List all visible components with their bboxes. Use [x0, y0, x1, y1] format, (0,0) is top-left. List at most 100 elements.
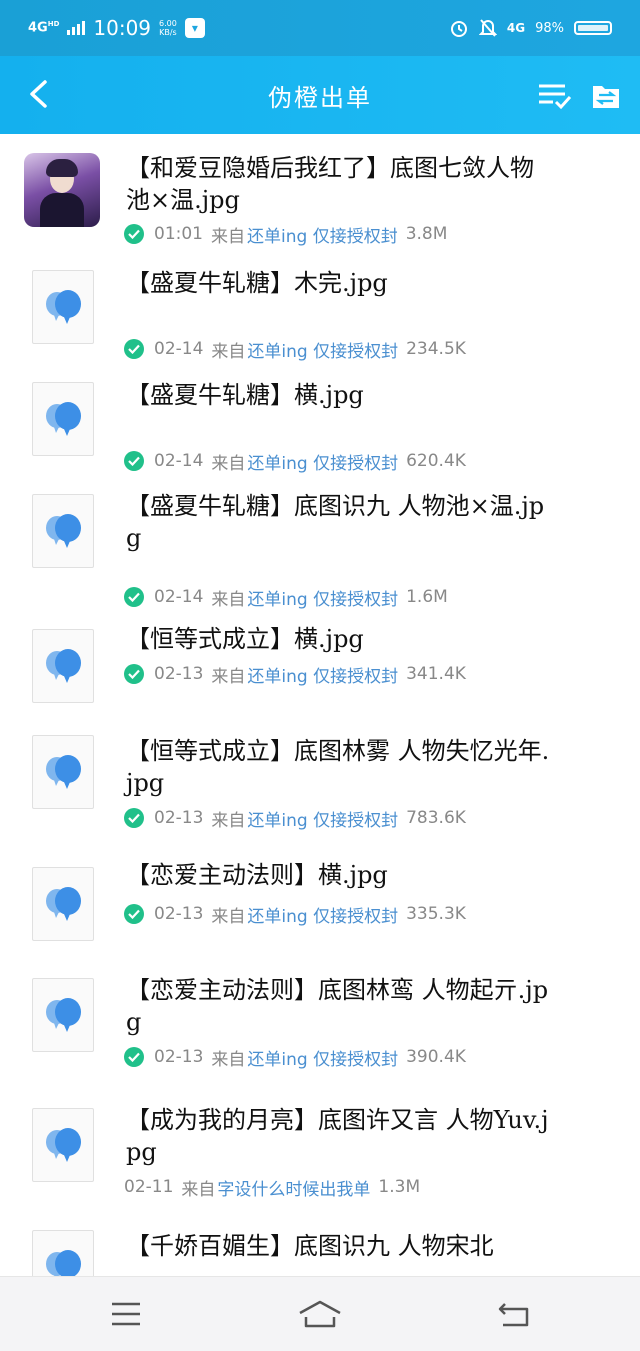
- back-nav-button[interactable]: [494, 1297, 534, 1331]
- file-meta: 02-14 来自 还单ing 仅接授权封 620.4K: [124, 449, 466, 474]
- folder-transfer-icon: [593, 86, 619, 108]
- file-meta: 02-11 来自 字设什么时候出我单 1.3M: [124, 1175, 421, 1200]
- network-sup: HD: [47, 20, 60, 29]
- back-button[interactable]: [18, 74, 58, 114]
- list-item[interactable]: 【千娇百媚生】底图识九 人物宋北: [0, 1230, 640, 1276]
- source-link[interactable]: 还单ing 仅接授权封: [247, 337, 398, 362]
- file-date: 02-13: [154, 808, 204, 828]
- image-file-icon: [46, 1250, 81, 1276]
- file-size: 234.5K: [406, 339, 466, 359]
- file-name: 【千娇百媚生】底图识九 人物宋北: [126, 1232, 494, 1260]
- image-file-icon: [46, 755, 81, 789]
- file-meta: 02-13 来自 还单ing 仅接授权封 335.3K: [124, 902, 466, 927]
- file-name: 【盛夏牛轧糖】木完.jpg: [126, 269, 388, 297]
- file-size: 390.4K: [406, 1047, 466, 1067]
- notification-app-icon: ▾: [184, 18, 205, 38]
- list-item[interactable]: 【恋爱主动法则】底图林鸾 人物起亓.jpg 02-13 来自 还单ing 仅接授…: [0, 964, 640, 1100]
- list-item[interactable]: 【盛夏牛轧糖】木完.jpg 02-14 来自 还单ing 仅接授权封 234.5…: [0, 254, 640, 366]
- image-file-icon: [46, 649, 81, 683]
- check-circle-icon: [124, 664, 144, 684]
- list-item[interactable]: 【盛夏牛轧糖】横.jpg 02-14 来自 还单ing 仅接授权封 620.4K: [0, 366, 640, 478]
- network-4g-label: 4G: [506, 21, 526, 35]
- battery-percent: 98%: [535, 20, 564, 36]
- file-thumbnail: [32, 735, 94, 809]
- source-link[interactable]: 还单ing 仅接授权封: [247, 449, 398, 474]
- chevron-left-icon: [30, 80, 47, 108]
- folder-transfer-button[interactable]: [588, 78, 624, 114]
- from-label: 来自: [211, 1049, 246, 1070]
- app-header: 伪橙出单: [0, 56, 640, 134]
- from-label: 来自: [211, 906, 246, 927]
- file-date: 02-14: [154, 339, 204, 359]
- alarm-icon: [450, 21, 467, 37]
- image-file-icon: [46, 514, 81, 548]
- check-circle-icon: [124, 808, 144, 828]
- file-thumbnail: [32, 978, 94, 1052]
- image-file-icon: [46, 402, 81, 436]
- image-file-icon: [46, 290, 81, 324]
- file-date: 02-13: [154, 904, 204, 924]
- source-link[interactable]: 还单ing 仅接授权封: [247, 806, 398, 831]
- recent-apps-button[interactable]: [106, 1297, 146, 1331]
- file-thumbnail: [32, 1108, 94, 1182]
- file-size: 783.6K: [406, 808, 466, 828]
- status-bar: 4GHD 10:09 6.00 KB/s ▾ 4G 98%: [0, 0, 640, 56]
- page-title: 伪橙出单: [268, 83, 372, 112]
- file-meta: 01:01 来自 还单ing 仅接授权封 3.8M: [124, 222, 448, 247]
- home-icon: [299, 1300, 341, 1328]
- file-size: 335.3K: [406, 904, 466, 924]
- file-size: 620.4K: [406, 451, 466, 471]
- list-item[interactable]: 【盛夏牛轧糖】底图识九 人物池×温.jpg 02-14 来自 还单ing 仅接授…: [0, 478, 640, 613]
- select-list-button[interactable]: [536, 78, 572, 114]
- file-thumbnail: [32, 270, 94, 344]
- file-list: 【和爱豆隐婚后我红了】底图七敛人物池×温.jpg 01:01 来自 还单ing …: [0, 134, 640, 1276]
- file-meta: 02-13 来自 还单ing 仅接授权封 341.4K: [124, 662, 466, 687]
- file-size: 3.8M: [405, 224, 448, 244]
- network-label: 4G: [28, 20, 48, 36]
- check-circle-icon: [124, 451, 144, 471]
- back-icon: [498, 1303, 529, 1327]
- check-circle-icon: [124, 1047, 144, 1067]
- speed-value: 6.00: [159, 19, 177, 28]
- file-size: 1.3M: [378, 1177, 421, 1197]
- file-date: 02-14: [154, 451, 204, 471]
- list-item[interactable]: 【和爱豆隐婚后我红了】底图七敛人物池×温.jpg 01:01 来自 还单ing …: [0, 134, 640, 254]
- source-link[interactable]: 还单ing 仅接授权封: [247, 585, 398, 610]
- file-thumbnail: [32, 1230, 94, 1276]
- file-date: 02-11: [124, 1177, 174, 1197]
- file-date: 02-14: [154, 587, 204, 607]
- file-thumbnail: [32, 494, 94, 568]
- list-item[interactable]: 【恋爱主动法则】横.jpg 02-13 来自 还单ing 仅接授权封 335.3…: [0, 857, 640, 964]
- from-label: 来自: [211, 589, 246, 610]
- from-label: 来自: [211, 226, 245, 247]
- list-item[interactable]: 【恒等式成立】横.jpg 02-13 来自 还单ing 仅接授权封 341.4K: [0, 613, 640, 721]
- check-circle-icon: [124, 587, 144, 607]
- file-date: 02-13: [154, 664, 204, 684]
- photo-thumbnail: [24, 153, 100, 227]
- system-nav-bar: [0, 1276, 640, 1351]
- list-item[interactable]: 【恒等式成立】底图林雾 人物失忆光年.jpg 02-13 来自 还单ing 仅接…: [0, 721, 640, 857]
- file-date: 02-13: [154, 1047, 204, 1067]
- source-link[interactable]: 还单ing 仅接授权封: [247, 1045, 398, 1070]
- source-link[interactable]: 还单ing 仅接授权封: [247, 902, 398, 927]
- file-thumbnail: [32, 629, 94, 703]
- check-circle-icon: [124, 339, 144, 359]
- file-meta: 02-14 来自 还单ing 仅接授权封 234.5K: [124, 337, 466, 362]
- list-item[interactable]: 【成为我的月亮】底图许又言 人物Yuv.jpg 02-11 来自 字设什么时候出…: [0, 1100, 640, 1230]
- file-size: 1.6M: [406, 587, 448, 607]
- file-name: 【盛夏牛轧糖】底图识九 人物池×温.jpg: [126, 492, 545, 552]
- home-button[interactable]: [296, 1297, 344, 1331]
- network-indicator: 4GHD: [28, 20, 60, 36]
- network-speed: 6.00 KB/s: [159, 19, 177, 37]
- file-name: 【成为我的月亮】底图许又言 人物Yuv.jpg: [126, 1106, 549, 1166]
- source-link[interactable]: 字设什么时候出我单: [217, 1175, 370, 1200]
- clock: 10:09: [93, 16, 152, 40]
- mute-icon: [478, 19, 497, 37]
- file-meta: 02-14 来自 还单ing 仅接授权封 1.6M: [124, 585, 448, 610]
- menu-icon: [112, 1302, 140, 1326]
- from-label: 来自: [211, 453, 246, 474]
- source-link[interactable]: 还单ing 仅接授权封: [247, 222, 398, 247]
- from-label: 来自: [181, 1179, 216, 1200]
- from-label: 来自: [211, 341, 246, 362]
- source-link[interactable]: 还单ing 仅接授权封: [247, 662, 398, 687]
